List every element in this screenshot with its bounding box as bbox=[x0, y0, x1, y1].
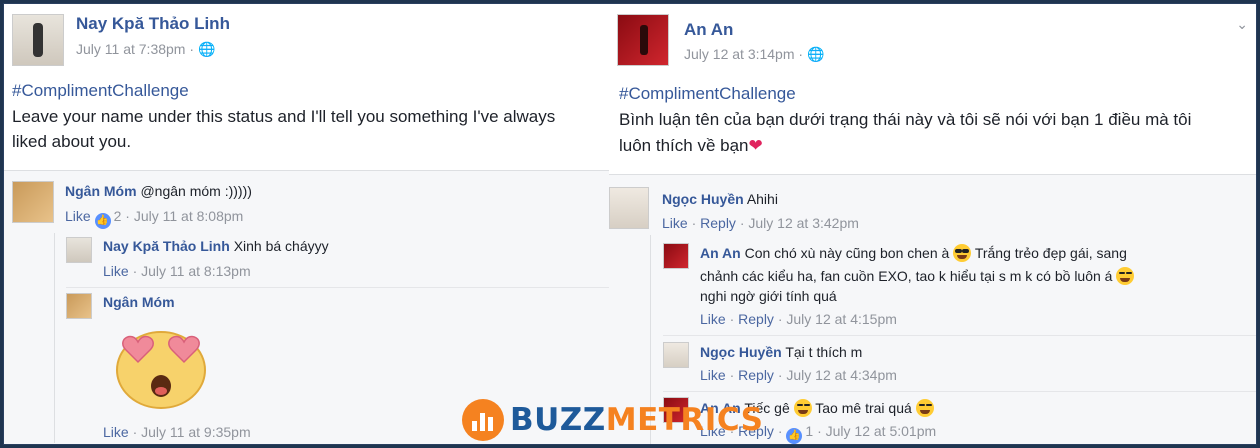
post-text-line2-text: luôn thích về bạn bbox=[619, 136, 749, 155]
reply-author[interactable]: An An bbox=[700, 245, 741, 261]
comment-text: Ahihi bbox=[746, 191, 778, 207]
heart-eyes-sticker bbox=[116, 331, 206, 409]
like-count[interactable]: 2 bbox=[114, 208, 122, 224]
comment-meta: Like 👍 2 · July 11 at 8:08pm bbox=[65, 208, 243, 229]
watermark-text-buzz: BUZZ bbox=[510, 402, 606, 438]
reply-line: Ngọc Huyền Tại t thích m bbox=[700, 344, 862, 360]
left-post: Nay Kpă Thảo Linh July 11 at 7:38pm · 🌐 … bbox=[4, 4, 650, 444]
buzzmetrics-logo-icon bbox=[462, 399, 504, 441]
laughing-emoji-icon bbox=[793, 399, 812, 417]
like-link[interactable]: Like bbox=[103, 424, 129, 440]
comment-avatar[interactable] bbox=[12, 181, 54, 223]
like-count[interactable]: 1 bbox=[805, 423, 813, 439]
like-link[interactable]: Like bbox=[700, 311, 726, 327]
reply-text: Trắng trẻo đẹp gái, sang bbox=[974, 245, 1127, 261]
like-link[interactable]: Like bbox=[662, 215, 688, 231]
post-text-line1: Leave your name under this status and I'… bbox=[12, 107, 556, 126]
comment-line: Ngân Móm @ngân móm :))))) bbox=[65, 183, 252, 199]
reply-time[interactable]: July 12 at 4:15pm bbox=[786, 311, 897, 327]
globe-icon: 🌐 bbox=[806, 46, 825, 62]
chevron-down-icon[interactable]: ⌄ bbox=[1236, 16, 1248, 33]
comment-time[interactable]: July 11 at 8:08pm bbox=[134, 208, 243, 224]
reply-link[interactable]: Reply bbox=[738, 311, 774, 327]
comment-avatar[interactable] bbox=[609, 187, 649, 229]
laughing-emoji-icon bbox=[915, 399, 934, 417]
reply-avatar[interactable] bbox=[66, 237, 92, 263]
post-time[interactable]: July 11 at 7:38pm bbox=[76, 41, 185, 57]
reply-text-line3: nghi ngờ giới tính quá bbox=[700, 288, 837, 304]
comment-meta: Like · Reply · July 12 at 3:42pm bbox=[662, 215, 859, 231]
author-name[interactable]: An An bbox=[684, 20, 733, 40]
post-time[interactable]: July 12 at 3:14pm bbox=[684, 46, 795, 62]
post-timestamp[interactable]: July 12 at 3:14pm · 🌐 bbox=[684, 46, 824, 63]
comment-line: Ngọc Huyền Ahihi bbox=[662, 191, 778, 207]
reply-time[interactable]: July 12 at 5:01pm bbox=[826, 423, 937, 439]
heart-icon: ❤ bbox=[748, 136, 763, 155]
reply-time[interactable]: July 12 at 4:34pm bbox=[786, 367, 897, 383]
author-name[interactable]: Nay Kpă Thảo Linh bbox=[76, 14, 230, 34]
comment-author[interactable]: Ngọc Huyền bbox=[662, 191, 744, 207]
reply-link[interactable]: Reply bbox=[700, 215, 736, 231]
reply-text: Con chó xù này cũng bon chen à bbox=[744, 245, 950, 261]
reply-text-line2: chảnh các kiểu ha, fan cuồn EXO, tao k h… bbox=[700, 267, 1135, 285]
reply-meta: Like · Reply · July 12 at 4:15pm bbox=[700, 311, 897, 327]
reply-text: Xinh bá cháyyy bbox=[233, 238, 329, 254]
reply-meta: Like · Reply · July 12 at 4:34pm bbox=[700, 367, 897, 383]
reply-line: An An Con chó xù này cũng bon chen à Trắ… bbox=[700, 244, 1127, 262]
reply-author[interactable]: Nay Kpă Thảo Linh bbox=[103, 238, 230, 254]
reply-time[interactable]: July 11 at 9:35pm bbox=[141, 424, 250, 440]
reply-meta: Like · July 11 at 8:13pm bbox=[103, 263, 251, 279]
author-avatar[interactable] bbox=[617, 14, 669, 66]
reply-text: Tao mê trai quá bbox=[815, 400, 912, 416]
screenshot-frame: Nay Kpă Thảo Linh July 11 at 7:38pm · 🌐 … bbox=[3, 3, 1257, 445]
reply-line: Nay Kpă Thảo Linh Xinh bá cháyyy bbox=[103, 238, 329, 254]
reply-text: Tại t thích m bbox=[785, 344, 863, 360]
reply-meta: Like · July 11 at 9:35pm bbox=[103, 424, 251, 440]
buzzmetrics-watermark: BUZZ METRICS bbox=[462, 398, 764, 442]
reply-avatar[interactable] bbox=[66, 293, 92, 319]
hashtag-link[interactable]: #ComplimentChallenge bbox=[12, 81, 189, 101]
post-text-line1: Bình luận tên của bạn dưới trạng thái nà… bbox=[619, 110, 1192, 129]
right-post: An An July 12 at 3:14pm · 🌐 ⌄ #Complimen… bbox=[609, 4, 1256, 444]
divider bbox=[663, 391, 1256, 392]
like-badge-icon[interactable]: 👍 bbox=[94, 213, 111, 229]
reply-avatar[interactable] bbox=[663, 342, 689, 368]
like-link[interactable]: Like bbox=[103, 263, 129, 279]
comment-text: @ngân móm :))))) bbox=[140, 183, 252, 199]
watermark-text-metrics: METRICS bbox=[605, 402, 764, 438]
post-text-line2: liked about you. bbox=[12, 132, 132, 151]
hashtag-link[interactable]: #ComplimentChallenge bbox=[619, 84, 796, 104]
reply-time[interactable]: July 11 at 8:13pm bbox=[141, 263, 250, 279]
like-link[interactable]: Like bbox=[700, 367, 726, 383]
divider bbox=[66, 287, 650, 288]
reply-author[interactable]: Ngân Móm bbox=[103, 294, 175, 310]
reply-link[interactable]: Reply bbox=[738, 367, 774, 383]
reply-author[interactable]: Ngọc Huyền bbox=[700, 344, 782, 360]
like-link[interactable]: Like bbox=[65, 208, 91, 224]
laughing-emoji-icon bbox=[1116, 267, 1135, 285]
divider bbox=[663, 335, 1256, 336]
reply-line: Ngân Móm bbox=[103, 294, 175, 310]
thread-line bbox=[54, 233, 55, 443]
author-avatar[interactable] bbox=[12, 14, 64, 66]
post-timestamp[interactable]: July 11 at 7:38pm · 🌐 bbox=[76, 41, 215, 58]
comment-author[interactable]: Ngân Móm bbox=[65, 183, 137, 199]
globe-icon: 🌐 bbox=[197, 41, 216, 57]
sunglasses-emoji-icon bbox=[953, 244, 972, 262]
comment-time[interactable]: July 12 at 3:42pm bbox=[748, 215, 859, 231]
like-badge-icon[interactable]: 👍 bbox=[786, 428, 803, 444]
reply-text: chảnh các kiểu ha, fan cuồn EXO, tao k h… bbox=[700, 268, 1113, 284]
post-text-line2: luôn thích về bạn❤ bbox=[619, 133, 763, 158]
reply-avatar[interactable] bbox=[663, 243, 689, 269]
